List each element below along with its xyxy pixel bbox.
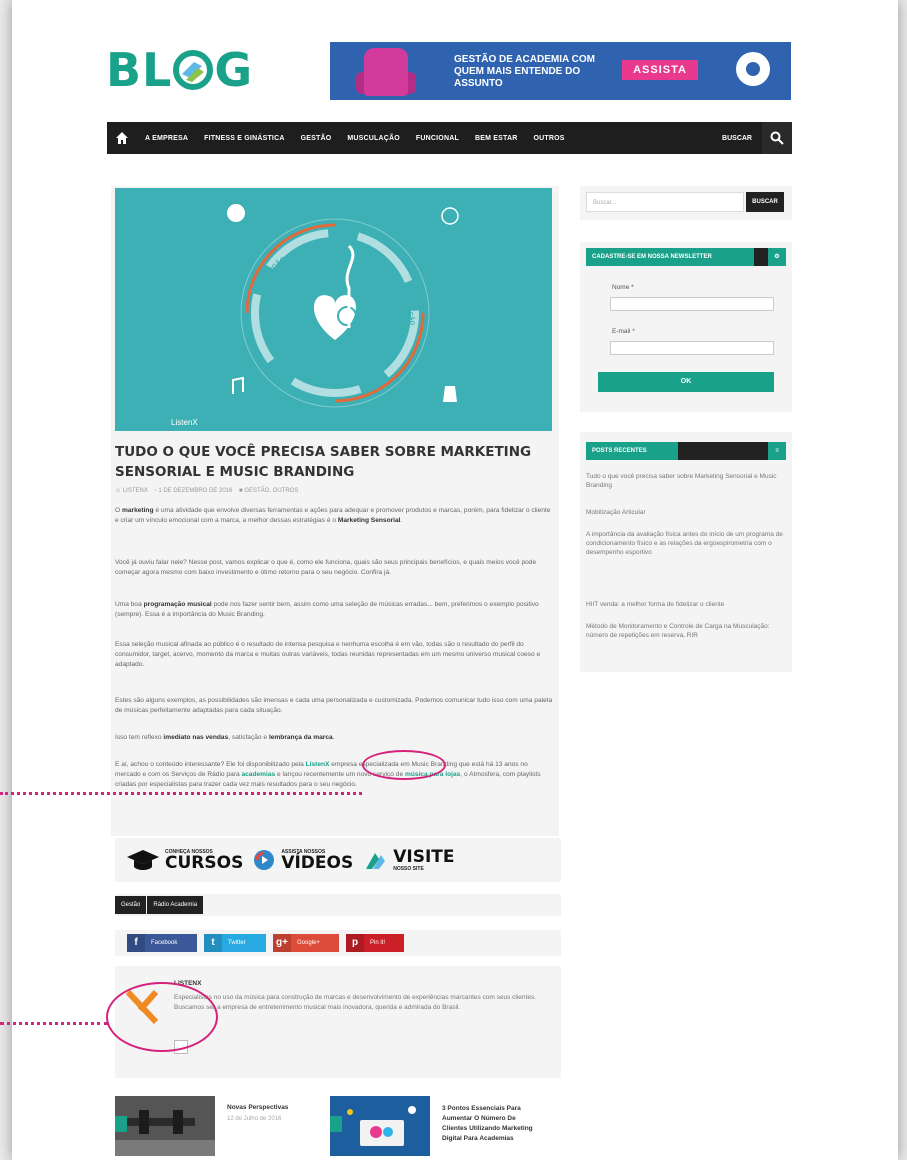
banner-assista-button[interactable]: ASSISTA — [622, 60, 698, 80]
nav-item-funcional[interactable]: FUNCIONAL — [416, 135, 459, 142]
nav-item-fitness[interactable]: FITNESS E GINÁSTICA — [204, 135, 284, 142]
hero-illustration: EMOÇÃO RECONHECIMENTO SENSAÇÃO MÚSICA Li… — [171, 204, 459, 427]
tag-list: Gestão Rádio Academia — [115, 896, 204, 916]
article-paragraph-3: Uma boa programação musical pode nos faz… — [115, 601, 539, 618]
home-icon[interactable] — [109, 122, 135, 154]
related-post-1-badge — [115, 1116, 127, 1132]
article-paragraph-1: O marketing é uma atividade que envolve … — [115, 507, 551, 524]
main-nav: A EMPRESA FITNESS E GINÁSTICA GESTÃO MUS… — [107, 122, 792, 154]
nav-item-bem-estar[interactable]: BEM ESTAR — [475, 135, 518, 142]
gear-icon: ⚙ — [768, 248, 786, 266]
related-post-2-badge — [330, 1116, 342, 1132]
cta-row: CONHEÇA NOSSOS CURSOS ASSISTA NOSSOS VÍDEO… — [115, 838, 561, 882]
annotation-circle-listenx-link — [362, 750, 446, 780]
nav-item-empresa[interactable]: A EMPRESA — [145, 135, 188, 142]
name-field[interactable] — [610, 297, 774, 311]
newsletter-ok-button[interactable]: OK — [598, 372, 774, 392]
sneaker-logo-icon — [173, 50, 214, 90]
banner-text: GESTÃO DE ACADEMIA COM QUEM MAIS ENTENDE… — [454, 54, 595, 89]
graduation-cap-icon — [127, 850, 159, 870]
share-pinterest-button[interactable]: p Pin it! — [346, 934, 404, 952]
article-paragraph-7: E aí, achou o conteúdo interessante? Ele… — [115, 761, 541, 788]
recent-post-2[interactable]: Mobilização Articular — [586, 508, 786, 517]
name-label: Nome * — [612, 284, 634, 291]
article-paragraph-6: Isso tem reflexo imediato nas vendas, sa… — [115, 734, 335, 741]
share-googleplus-button[interactable]: g+ Google+ — [273, 934, 339, 952]
cta-cursos-big: CURSOS — [165, 852, 244, 873]
article-hero-image[interactable]: EMOÇÃO RECONHECIMENTO SENSAÇÃO MÚSICA Li… — [115, 188, 552, 431]
meta-categories[interactable]: GESTÃO, OUTROS — [244, 488, 298, 494]
related-post-1-image[interactable] — [115, 1096, 215, 1156]
newsletter-header: CADASTRE-SE EM NOSSA NEWSLETTER ⚙ — [586, 248, 786, 266]
twitter-icon: t — [204, 934, 222, 952]
annotation-dotted-line-2 — [0, 1022, 108, 1025]
folder-icon: ■ — [239, 488, 243, 494]
recent-post-1[interactable]: Tudo o que você precisa saber sobre Mark… — [586, 472, 786, 490]
recent-post-3[interactable]: A importância da avaliação física antes … — [586, 530, 786, 557]
recent-post-5[interactable]: Método de Monitoramento e Controle de Ca… — [586, 622, 786, 640]
play-icon — [254, 850, 275, 870]
globe-icon — [366, 853, 386, 869]
tag-radio-academia[interactable]: Rádio Academia — [147, 896, 204, 914]
listenx-link[interactable]: ListenX — [306, 761, 330, 768]
cta-site-big: VISITE — [393, 846, 455, 867]
nav-item-outros[interactable]: OUTROS — [533, 135, 564, 142]
posts-icon: ≡ — [768, 442, 786, 460]
meta-date: 1 DE DEZEMBRO DE 2016 — [158, 488, 233, 494]
banner-logo-icon — [736, 52, 770, 86]
ad-banner[interactable]: GESTÃO DE ACADEMIA COM QUEM MAIS ENTENDE… — [330, 42, 791, 100]
sidebar-search-input[interactable]: Buscar... — [586, 192, 744, 212]
meta-author[interactable]: LISTENX — [123, 488, 148, 494]
recent-post-4[interactable]: HIIT venda: a melhor forma de fidelizar … — [586, 600, 786, 609]
hero-label-reconhecimento: RECONHECIMENTO — [269, 280, 285, 338]
nav-buscar-label[interactable]: BUSCAR — [722, 135, 752, 142]
newsletter-title: CADASTRE-SE EM NOSSA NEWSLETTER — [586, 248, 754, 266]
banner-chair-icon — [364, 48, 408, 96]
sidebar-search-button[interactable]: BUSCAR — [746, 192, 784, 212]
academias-link[interactable]: academias — [241, 771, 275, 778]
hero-label-sensacao: SENSAÇÃO — [403, 291, 416, 326]
cta-site[interactable]: VISITE NOSSO SITE — [363, 846, 455, 872]
facebook-icon: f — [127, 934, 145, 952]
nav-item-musculacao[interactable]: MUSCULAÇÃO — [347, 135, 400, 142]
email-field[interactable] — [610, 341, 774, 355]
nav-item-gestao[interactable]: GESTÃO — [301, 135, 332, 142]
logo-text-right: G — [214, 43, 254, 97]
related-post-1-title[interactable]: Novas Perspectivas — [227, 1104, 288, 1111]
article-title[interactable]: TUDO O QUE VOCÊ PRECISA SABER SOBRE MARK… — [115, 442, 545, 482]
article-meta: ☺ LISTENX ▫ 1 DE DEZEMBRO DE 2016 ■ GEST… — [115, 488, 298, 494]
calendar-icon: ▫ — [154, 488, 157, 494]
article-paragraph-2: Você já ouviu falar nele? Nesse post, va… — [115, 559, 537, 576]
google-plus-icon: g+ — [273, 934, 291, 952]
author-icon: ☺ — [115, 488, 122, 494]
share-twitter-button[interactable]: t Twitter — [204, 934, 266, 952]
pinterest-icon: p — [346, 934, 364, 952]
article-paragraph-5: Estes são alguns exemplos, as possibilid… — [115, 697, 553, 714]
recent-posts-header: POSTS RECENTES ≡ — [586, 442, 786, 460]
article-paragraph-4: Essa seleção musical afinada ao público … — [115, 641, 541, 668]
hero-brand: ListenX — [171, 418, 198, 427]
related-post-2-title[interactable]: 3 Pontos Essenciais Para Aumentar O Núme… — [442, 1104, 542, 1156]
recent-posts-title: POSTS RECENTES — [586, 442, 678, 460]
share-facebook-button[interactable]: f Facebook — [127, 934, 197, 952]
tag-gestao[interactable]: Gestão — [115, 896, 147, 914]
related-post-2-image[interactable] — [330, 1096, 430, 1156]
author-bio: Especialistas no uso da música para cons… — [174, 994, 537, 1011]
blog-logo[interactable]: BL G — [106, 44, 253, 96]
logo-text-left: BL — [106, 43, 173, 97]
email-label: E-mail * — [612, 328, 635, 335]
search-icon[interactable] — [762, 122, 792, 154]
annotation-dotted-line-1 — [0, 792, 362, 795]
cta-videos[interactable]: ASSISTA NOSSOS VÍDEOS — [253, 849, 353, 872]
cta-cursos[interactable]: CONHEÇA NOSSOS CURSOS — [125, 848, 243, 872]
cta-videos-big: VÍDEOS — [281, 852, 354, 873]
annotation-circle-author-logo — [106, 982, 218, 1052]
related-post-1-date: 12 de Julho de 2016 — [227, 1116, 282, 1122]
